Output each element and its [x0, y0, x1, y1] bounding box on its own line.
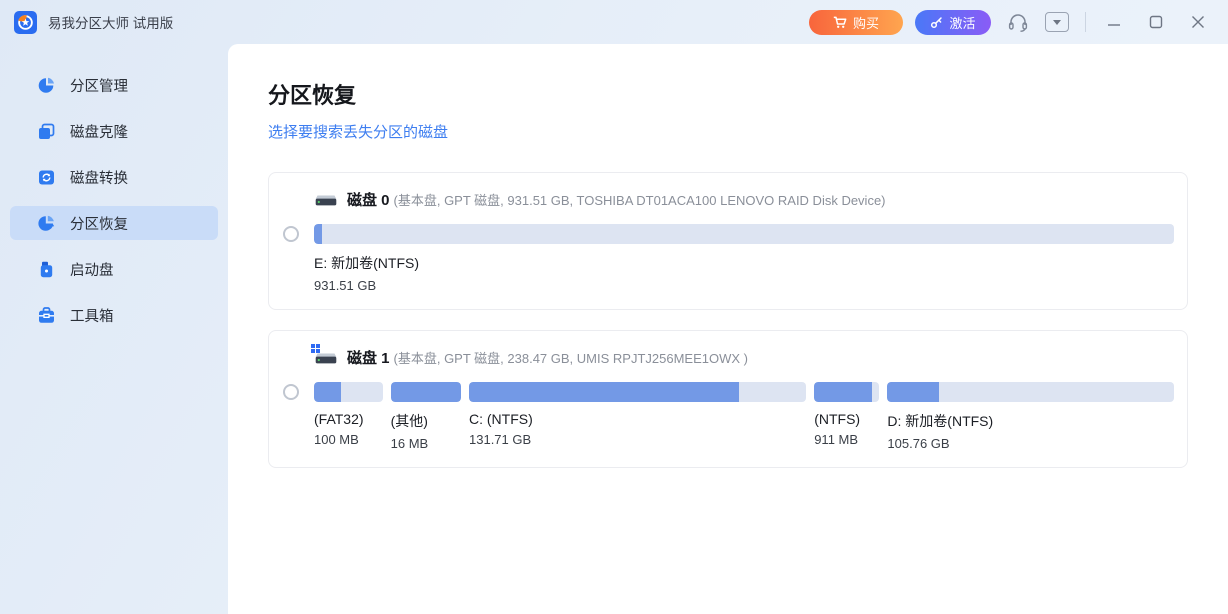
partition[interactable]: C: (NTFS) 131.71 GB: [469, 382, 807, 451]
partition-bar: [390, 382, 461, 402]
partition-size: 911 MB: [814, 432, 859, 447]
partition-label: (NTFS): [814, 411, 861, 427]
sidebar-item-5[interactable]: 工具箱: [10, 298, 218, 332]
app-logo-icon: [14, 10, 37, 34]
partition-bar: [314, 224, 1174, 244]
disk-body: E: 新加卷(NTFS) 931.51 GB: [283, 224, 1174, 293]
partition-size: 16 MB: [390, 436, 429, 451]
partition-map: (FAT32) 100 MB (其他) 16 MB C: (NTFS) 131.…: [314, 382, 1174, 451]
windows-logo-icon: [311, 343, 320, 353]
buy-button[interactable]: 购买: [809, 9, 903, 35]
sidebar-item-label: 分区管理: [70, 78, 128, 95]
titlebar-divider: [1085, 12, 1086, 32]
sidebar-item-2[interactable]: 磁盘转换: [10, 160, 218, 194]
partition[interactable]: E: 新加卷(NTFS) 931.51 GB: [314, 224, 1174, 293]
sidebar-menu: 分区管理 磁盘克隆 磁盘转换 分区恢复 启动盘 工具箱: [10, 68, 218, 332]
sidebar-item-label: 工具箱: [70, 308, 114, 325]
hard-drive-icon: [311, 343, 338, 367]
cart-icon: [833, 16, 847, 29]
partition-used-fill: [814, 382, 872, 402]
partition[interactable]: D: 新加卷(NTFS) 105.76 GB: [887, 382, 1174, 451]
partition-bar: [469, 382, 807, 402]
page-subtitle: 选择要搜索丢失分区的磁盘: [268, 124, 449, 141]
support-button[interactable]: [1007, 12, 1029, 32]
sidebar-item-4[interactable]: 启动盘: [10, 252, 218, 286]
key-icon: [930, 16, 943, 29]
sidebar-item-label: 磁盘克隆: [70, 124, 128, 141]
disk-info: (基本盘, GPT 磁盘, 238.47 GB, UMIS RPJTJ256ME…: [393, 351, 748, 366]
disk-select-radio[interactable]: [283, 384, 299, 400]
partition-map: E: 新加卷(NTFS) 931.51 GB: [314, 224, 1174, 293]
activate-button[interactable]: 激活: [915, 9, 991, 35]
sidebar-item-1[interactable]: 磁盘克隆: [10, 114, 218, 148]
partition-used-fill: [314, 224, 322, 244]
partition-size: 105.76 GB: [887, 436, 950, 451]
maximize-button[interactable]: [1142, 8, 1170, 36]
partition-label: (其他): [390, 413, 428, 429]
partition-size: 100 MB: [314, 432, 359, 447]
minimize-button[interactable]: [1100, 8, 1128, 36]
partition-bar: [814, 382, 880, 402]
sidebar-item-label: 磁盘转换: [70, 170, 128, 187]
clone-icon: [36, 121, 56, 141]
main-panel: 分区恢复 选择要搜索丢失分区的磁盘 磁盘 0 (基本盘, GPT 磁盘, 931…: [228, 44, 1228, 614]
disk-body: (FAT32) 100 MB (其他) 16 MB C: (NTFS) 131.…: [283, 382, 1174, 451]
headset-icon: [1007, 12, 1029, 32]
activate-button-label: 激活: [949, 15, 976, 31]
partition-used-fill: [469, 382, 739, 402]
partition[interactable]: (其他) 16 MB: [390, 382, 461, 451]
sidebar-item-label: 启动盘: [70, 262, 114, 279]
partition-used-fill: [390, 382, 461, 402]
sidebar-item-label: 分区恢复: [70, 216, 128, 233]
partition[interactable]: (NTFS) 911 MB: [814, 382, 880, 451]
partition-label: (FAT32): [314, 411, 364, 427]
sidebar-item-3[interactable]: 分区恢复: [10, 206, 218, 240]
page-title: 分区恢复: [268, 83, 357, 108]
disk-select-radio[interactable]: [283, 226, 299, 242]
partition-bar: [314, 382, 383, 402]
menu-dropdown-button[interactable]: [1045, 12, 1069, 32]
toolbox-icon: [36, 305, 56, 325]
convert-icon: [36, 167, 56, 187]
disk-name: 磁盘 1: [347, 350, 390, 367]
partition[interactable]: (FAT32) 100 MB: [314, 382, 383, 451]
partition-size: 931.51 GB: [314, 278, 377, 293]
disk-card[interactable]: 磁盘 0 (基本盘, GPT 磁盘, 931.51 GB, TOSHIBA DT…: [268, 172, 1188, 310]
sidebar: 分区管理 磁盘克隆 磁盘转换 分区恢复 启动盘 工具箱: [0, 44, 228, 614]
close-button[interactable]: [1184, 8, 1212, 36]
recovery-icon: [36, 213, 56, 233]
pie-chart-icon: [36, 75, 56, 95]
disk-list: 磁盘 0 (基本盘, GPT 磁盘, 931.51 GB, TOSHIBA DT…: [268, 172, 1188, 468]
titlebar: 易我分区大师 试用版 购买 激活: [0, 0, 1228, 44]
boot-disk-icon: [36, 259, 56, 279]
partition-used-fill: [887, 382, 939, 402]
app-title: 易我分区大师 试用版: [48, 16, 174, 31]
sidebar-item-0[interactable]: 分区管理: [10, 68, 218, 102]
disk-card[interactable]: 磁盘 1 (基本盘, GPT 磁盘, 238.47 GB, UMIS RPJTJ…: [268, 330, 1188, 468]
hard-drive-icon: [314, 191, 338, 209]
partition-size: 131.71 GB: [469, 432, 532, 447]
partition-label: E: 新加卷(NTFS): [314, 255, 419, 271]
partition-bar: [887, 382, 1174, 402]
chevron-down-icon: [1045, 12, 1069, 32]
partition-used-fill: [314, 382, 342, 402]
disk-header: 磁盘 1 (基本盘, GPT 磁盘, 238.47 GB, UMIS RPJTJ…: [311, 343, 1174, 368]
disk-header: 磁盘 0 (基本盘, GPT 磁盘, 931.51 GB, TOSHIBA DT…: [314, 189, 1174, 210]
buy-button-label: 购买: [852, 15, 879, 31]
partition-label: C: (NTFS): [469, 411, 533, 427]
disk-info: (基本盘, GPT 磁盘, 931.51 GB, TOSHIBA DT01ACA…: [393, 193, 886, 208]
partition-label: D: 新加卷(NTFS): [887, 413, 994, 429]
disk-name: 磁盘 0: [347, 192, 390, 209]
